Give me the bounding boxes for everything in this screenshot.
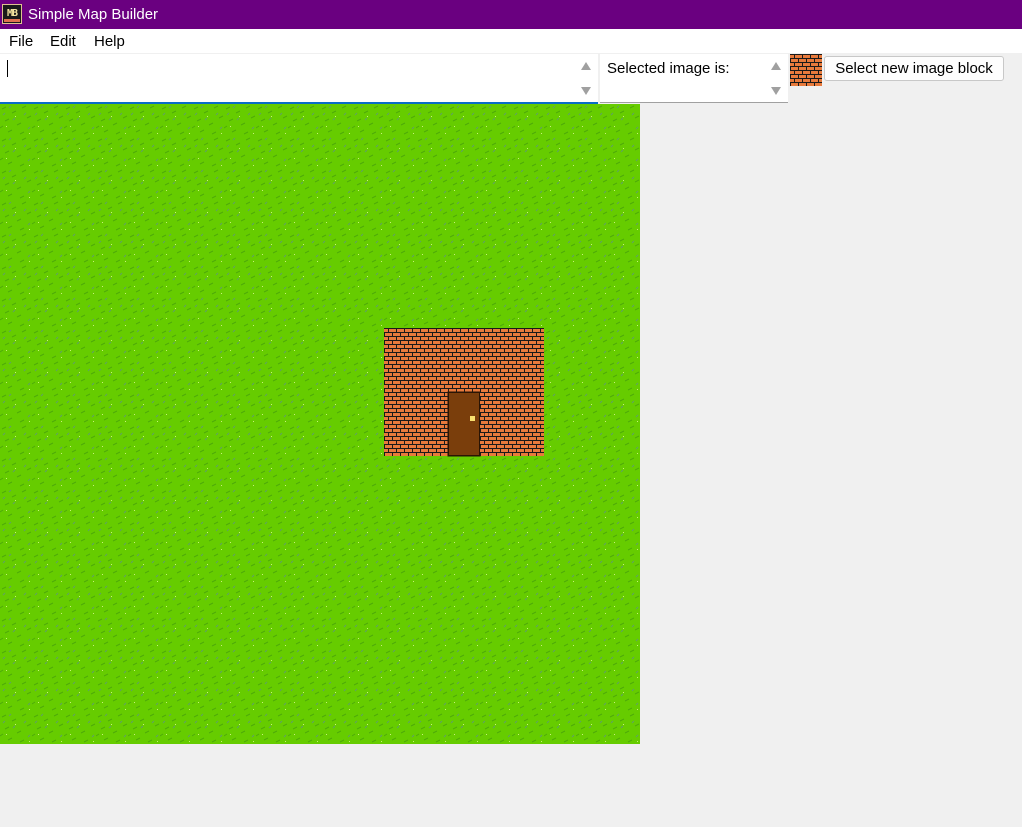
door-knob-icon (470, 416, 475, 421)
selected-panel-scrollbar[interactable] (768, 54, 786, 102)
app-icon-bar (4, 19, 20, 22)
map-text-input[interactable] (0, 54, 598, 104)
menu-edit[interactable]: Edit (49, 33, 77, 50)
brick-tile[interactable] (480, 424, 512, 456)
brick-tile[interactable] (416, 392, 448, 424)
menu-help[interactable]: Help (93, 33, 126, 50)
brick-tile-icon (790, 54, 822, 86)
app-icon-text: MB (6, 8, 18, 19)
brick-tile[interactable] (384, 392, 416, 424)
scroll-up-arrow-icon[interactable] (771, 62, 781, 70)
brick-tile[interactable] (480, 360, 512, 392)
brick-tile[interactable] (480, 328, 512, 360)
brick-tile[interactable] (512, 392, 544, 424)
brick-tile[interactable] (384, 360, 416, 392)
brick-tile[interactable] (416, 328, 448, 360)
brick-tile[interactable] (512, 424, 544, 456)
brick-tile[interactable] (448, 328, 480, 360)
scroll-up-arrow-icon[interactable] (581, 62, 591, 70)
select-new-image-block-button[interactable]: Select new image block (824, 56, 1004, 81)
brick-tile[interactable] (416, 360, 448, 392)
selected-tile-preview (790, 54, 822, 86)
brick-tile[interactable] (384, 328, 416, 360)
brick-tile[interactable] (384, 424, 416, 456)
selected-image-label: Selected image is: (607, 60, 730, 77)
brick-tile[interactable] (480, 392, 512, 424)
menu-bar: File Edit Help (0, 29, 1022, 53)
map-canvas[interactable] (0, 104, 640, 744)
map-grid[interactable] (0, 104, 640, 744)
brick-tile[interactable] (448, 360, 480, 392)
text-caret (7, 60, 8, 77)
brick-tile[interactable] (512, 360, 544, 392)
scroll-down-arrow-icon[interactable] (771, 87, 781, 95)
text-input-scrollbar[interactable] (578, 54, 596, 102)
window-title: Simple Map Builder (28, 6, 159, 23)
map-builder-app-icon: MB (2, 4, 22, 24)
app-window: MB Simple Map Builder File Edit Help Sel… (0, 0, 1022, 827)
scroll-down-arrow-icon[interactable] (581, 87, 591, 95)
brick-tile[interactable] (416, 424, 448, 456)
placed-tiles-layer[interactable] (384, 328, 544, 457)
door-panel (448, 392, 480, 456)
menu-file[interactable]: File (8, 33, 34, 50)
selected-image-panel: Selected image is: (600, 54, 788, 103)
title-bar: MB Simple Map Builder (0, 0, 1022, 29)
brick-tile[interactable] (512, 328, 544, 360)
